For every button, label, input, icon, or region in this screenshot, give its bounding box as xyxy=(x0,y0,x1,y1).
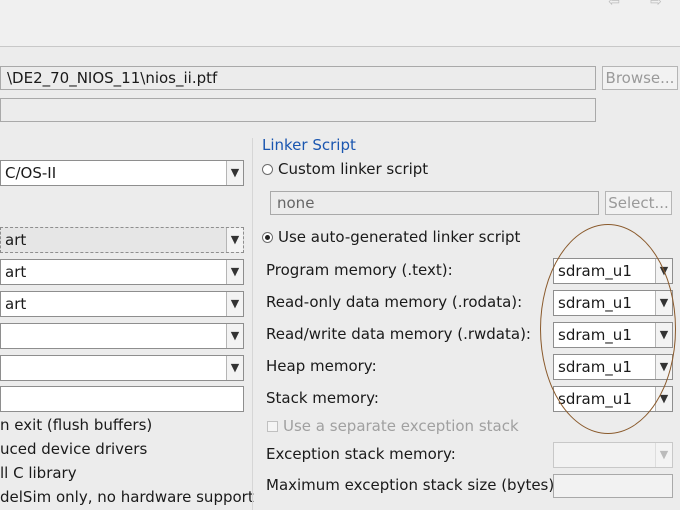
chevron-down-icon: ▼ xyxy=(655,387,672,411)
ptf-path-field[interactable]: \DE2_70_NIOS_11\nios_ii.ptf xyxy=(0,66,596,90)
separate-exception-label: Use a separate exception stack xyxy=(283,417,519,435)
auto-linker-radio[interactable] xyxy=(262,232,273,243)
rodata-memory-label: Read-only data memory (.rodata): xyxy=(266,293,523,311)
chevron-down-icon: ▼ xyxy=(655,323,672,347)
custom-linker-label[interactable]: Custom linker script xyxy=(278,160,428,178)
toolbar xyxy=(0,0,680,47)
chevron-down-icon: ▼ xyxy=(226,260,243,284)
rodata-memory-combo[interactable]: sdram_u1 ▼ xyxy=(553,290,673,316)
panel-divider xyxy=(252,138,253,510)
custom-linker-radio[interactable] xyxy=(262,164,273,175)
chevron-down-icon: ▼ xyxy=(655,291,672,315)
chevron-down-icon: ▼ xyxy=(226,228,243,252)
left-combo-value: art xyxy=(5,295,27,313)
separate-exception-checkbox[interactable] xyxy=(267,421,278,432)
rwdata-memory-label: Read/write data memory (.rwdata): xyxy=(266,325,531,343)
rwdata-memory-combo[interactable]: sdram_u1 ▼ xyxy=(553,322,673,348)
program-memory-label: Program memory (.text): xyxy=(266,261,453,279)
stack-memory-combo[interactable]: sdram_u1 ▼ xyxy=(553,386,673,412)
chevron-down-icon: ▼ xyxy=(655,259,672,283)
select-button[interactable]: Select... xyxy=(605,191,672,215)
program-memory-value: sdram_u1 xyxy=(558,262,632,280)
left-combo-2[interactable]: art ▼ xyxy=(0,259,244,285)
chevron-down-icon: ▼ xyxy=(226,292,243,316)
back-arrow-icon[interactable]: ⇦ xyxy=(606,0,622,10)
secondary-path-field[interactable] xyxy=(0,98,596,122)
heap-memory-value: sdram_u1 xyxy=(558,358,632,376)
option-text: uced device drivers xyxy=(0,440,148,458)
option-text: n exit (flush buffers) xyxy=(0,416,153,434)
chevron-down-icon: ▼ xyxy=(655,355,672,379)
heap-memory-combo[interactable]: sdram_u1 ▼ xyxy=(553,354,673,380)
left-combo-value: art xyxy=(5,263,27,281)
os-combo[interactable]: C/OS-II ▼ xyxy=(0,160,244,186)
left-combo-4[interactable]: ▼ xyxy=(0,323,244,349)
chevron-down-icon: ▼ xyxy=(226,161,243,185)
left-combo-3[interactable]: art ▼ xyxy=(0,291,244,317)
browse-button[interactable]: Browse... xyxy=(602,66,678,90)
heap-memory-label: Heap memory: xyxy=(266,357,377,375)
left-combo-5[interactable]: ▼ xyxy=(0,355,244,381)
max-exception-field[interactable] xyxy=(553,474,673,498)
custom-linker-path-field[interactable]: none xyxy=(270,191,599,215)
rodata-memory-value: sdram_u1 xyxy=(558,294,632,312)
auto-linker-label[interactable]: Use auto-generated linker script xyxy=(278,228,520,246)
left-text-input[interactable] xyxy=(0,386,244,412)
left-combo-value: art xyxy=(5,231,27,249)
os-combo-value: C/OS-II xyxy=(5,164,57,182)
option-text: ll C library xyxy=(0,464,77,482)
program-memory-combo[interactable]: sdram_u1 ▼ xyxy=(553,258,673,284)
stack-memory-value: sdram_u1 xyxy=(558,390,632,408)
forward-arrow-icon[interactable]: ⇨ xyxy=(648,0,664,10)
exception-memory-label: Exception stack memory: xyxy=(266,445,456,463)
linker-script-title: Linker Script xyxy=(262,136,356,154)
chevron-down-icon: ▼ xyxy=(226,324,243,348)
option-text: delSim only, no hardware support xyxy=(0,488,254,506)
max-exception-label: Maximum exception stack size (bytes): xyxy=(266,476,560,494)
chevron-down-icon: ▼ xyxy=(655,443,672,467)
exception-memory-combo[interactable]: ▼ xyxy=(553,442,673,468)
rwdata-memory-value: sdram_u1 xyxy=(558,326,632,344)
stack-memory-label: Stack memory: xyxy=(266,389,379,407)
left-combo-1[interactable]: art ▼ xyxy=(0,227,244,253)
chevron-down-icon: ▼ xyxy=(226,356,243,380)
